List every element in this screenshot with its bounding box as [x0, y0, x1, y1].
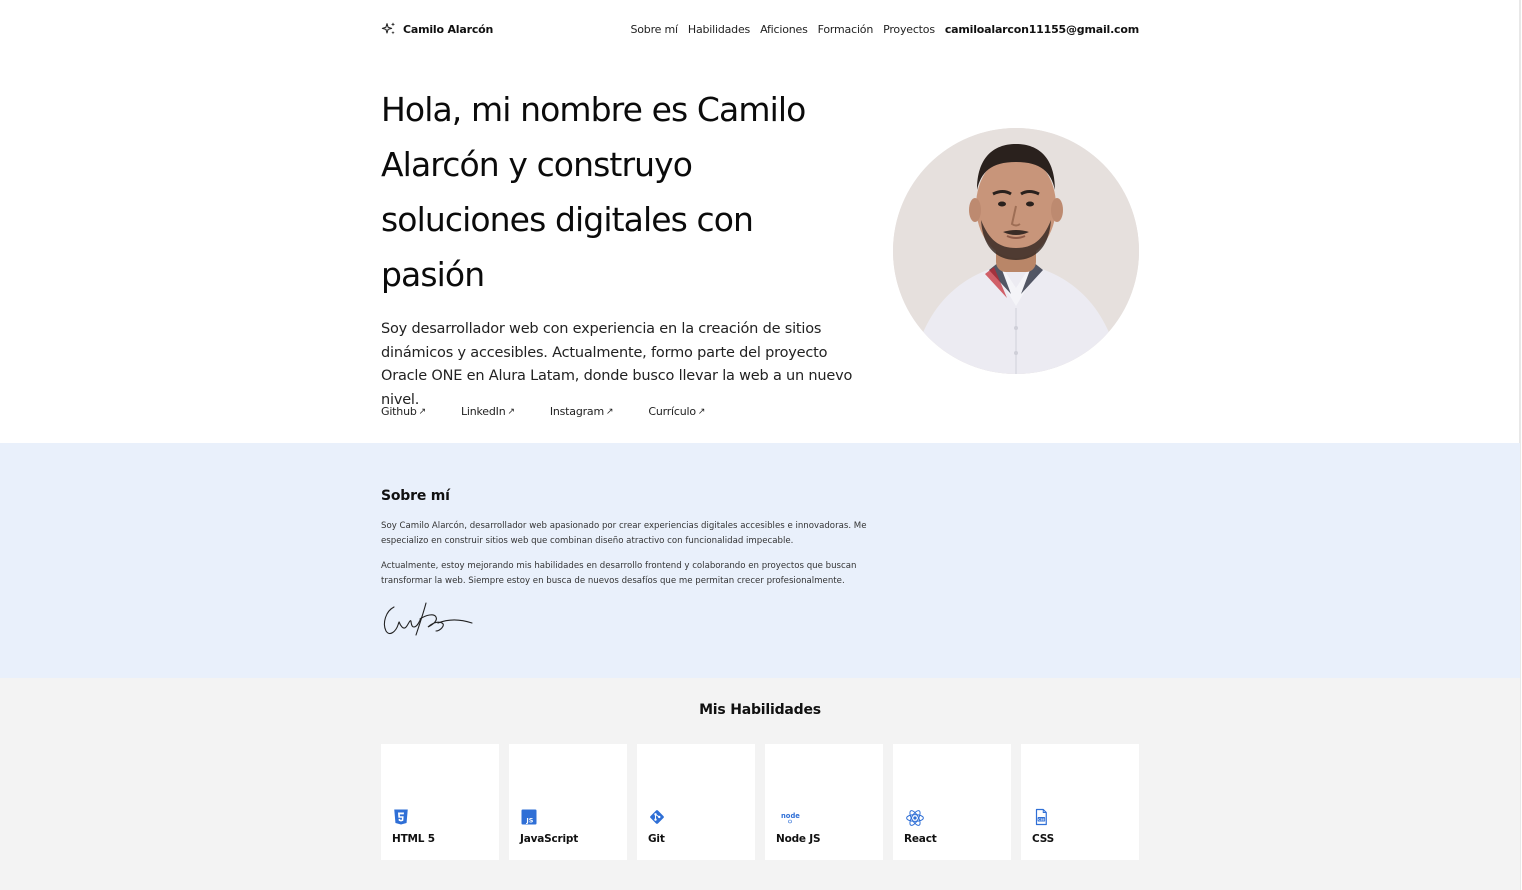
git-icon [650, 810, 664, 824]
curriculo-link-label: Currículo [648, 405, 696, 418]
hero-title: Hola, mi nombre es Camilo Alarcón y cons… [381, 90, 806, 294]
nav-link-formacion[interactable]: Formación [818, 23, 874, 36]
linkedin-link[interactable]: LinkedIn ↗ [461, 405, 515, 418]
svg-text:node: node [781, 812, 800, 820]
github-link-label: Github [381, 405, 417, 418]
javascript-icon: JS [521, 809, 537, 825]
external-link-icon: ↗ [418, 406, 427, 417]
skills-grid: HTML 5 JS JavaScript Git node Node JS Re… [381, 744, 1139, 860]
sparkles-icon [381, 22, 395, 35]
skill-card-nodejs[interactable]: node Node JS [765, 744, 883, 860]
css-icon: CSS [1035, 808, 1047, 826]
skill-label: HTML 5 [392, 833, 435, 845]
react-icon [906, 810, 924, 826]
html5-icon [394, 809, 408, 825]
svg-text:JS: JS [525, 816, 533, 824]
profile-photo [893, 128, 1139, 374]
about-paragraph-2: Actualmente, estoy mejorando mis habilid… [381, 561, 857, 586]
external-link-icon: ↗ [507, 406, 515, 417]
nav-link-sobre-mi[interactable]: Sobre mí [630, 23, 678, 36]
external-link-icon: ↗ [606, 406, 614, 417]
skill-label: Node JS [776, 833, 821, 845]
signature-image [383, 602, 473, 636]
skill-label: React [904, 833, 937, 845]
nav-link-habilidades[interactable]: Habilidades [688, 23, 750, 36]
skill-card-react[interactable]: React [893, 744, 1011, 860]
nav-link-aficiones[interactable]: Aficiones [760, 23, 808, 36]
instagram-link[interactable]: Instagram ↗ [550, 405, 614, 418]
main-nav: Sobre mí Habilidades Aficiones Formación… [630, 23, 1139, 36]
nodejs-icon: node [781, 812, 800, 824]
skill-label: JavaScript [520, 833, 579, 845]
skill-card-css[interactable]: CSS CSS [1021, 744, 1139, 860]
svg-text:CSS: CSS [1038, 818, 1044, 822]
instagram-link-label: Instagram [549, 405, 604, 418]
external-link-icon: ↗ [697, 406, 706, 417]
brand[interactable]: Camilo Alarcón [381, 21, 493, 37]
hero-description: Soy desarrollador web con experiencia en… [381, 321, 853, 408]
skill-card-javascript[interactable]: JS JavaScript [509, 744, 627, 860]
skills-title: Mis Habilidades [699, 702, 821, 718]
skill-card-git[interactable]: Git [637, 744, 755, 860]
linkedin-link-label: LinkedIn [460, 405, 506, 418]
about-title: Sobre mí [381, 488, 450, 504]
skill-label: Git [648, 833, 665, 845]
brand-name: Camilo Alarcón [403, 22, 494, 36]
about-section: Sobre mí Soy Camilo Alarcón, desarrollad… [0, 443, 1520, 678]
skills-section: Mis Habilidades HTML 5 JS JavaScript Git… [0, 678, 1520, 890]
skill-card-html5[interactable]: HTML 5 [381, 744, 499, 860]
social-links: Github ↗ LinkedIn ↗ Instagram ↗ Currículo ↗ [381, 405, 740, 418]
curriculo-link[interactable]: Currículo ↗ [648, 405, 705, 418]
github-link[interactable]: Github ↗ [381, 405, 426, 418]
nav-link-proyectos[interactable]: Proyectos [883, 23, 935, 36]
skill-label: CSS [1032, 833, 1054, 845]
site-header: Camilo Alarcón Sobre mí Habilidades Afic… [381, 18, 1139, 40]
about-paragraph-1: Soy Camilo Alarcón, desarrollador web ap… [381, 521, 867, 546]
nav-email-link[interactable]: camiloalarcon11155@gmail.com [945, 23, 1139, 36]
